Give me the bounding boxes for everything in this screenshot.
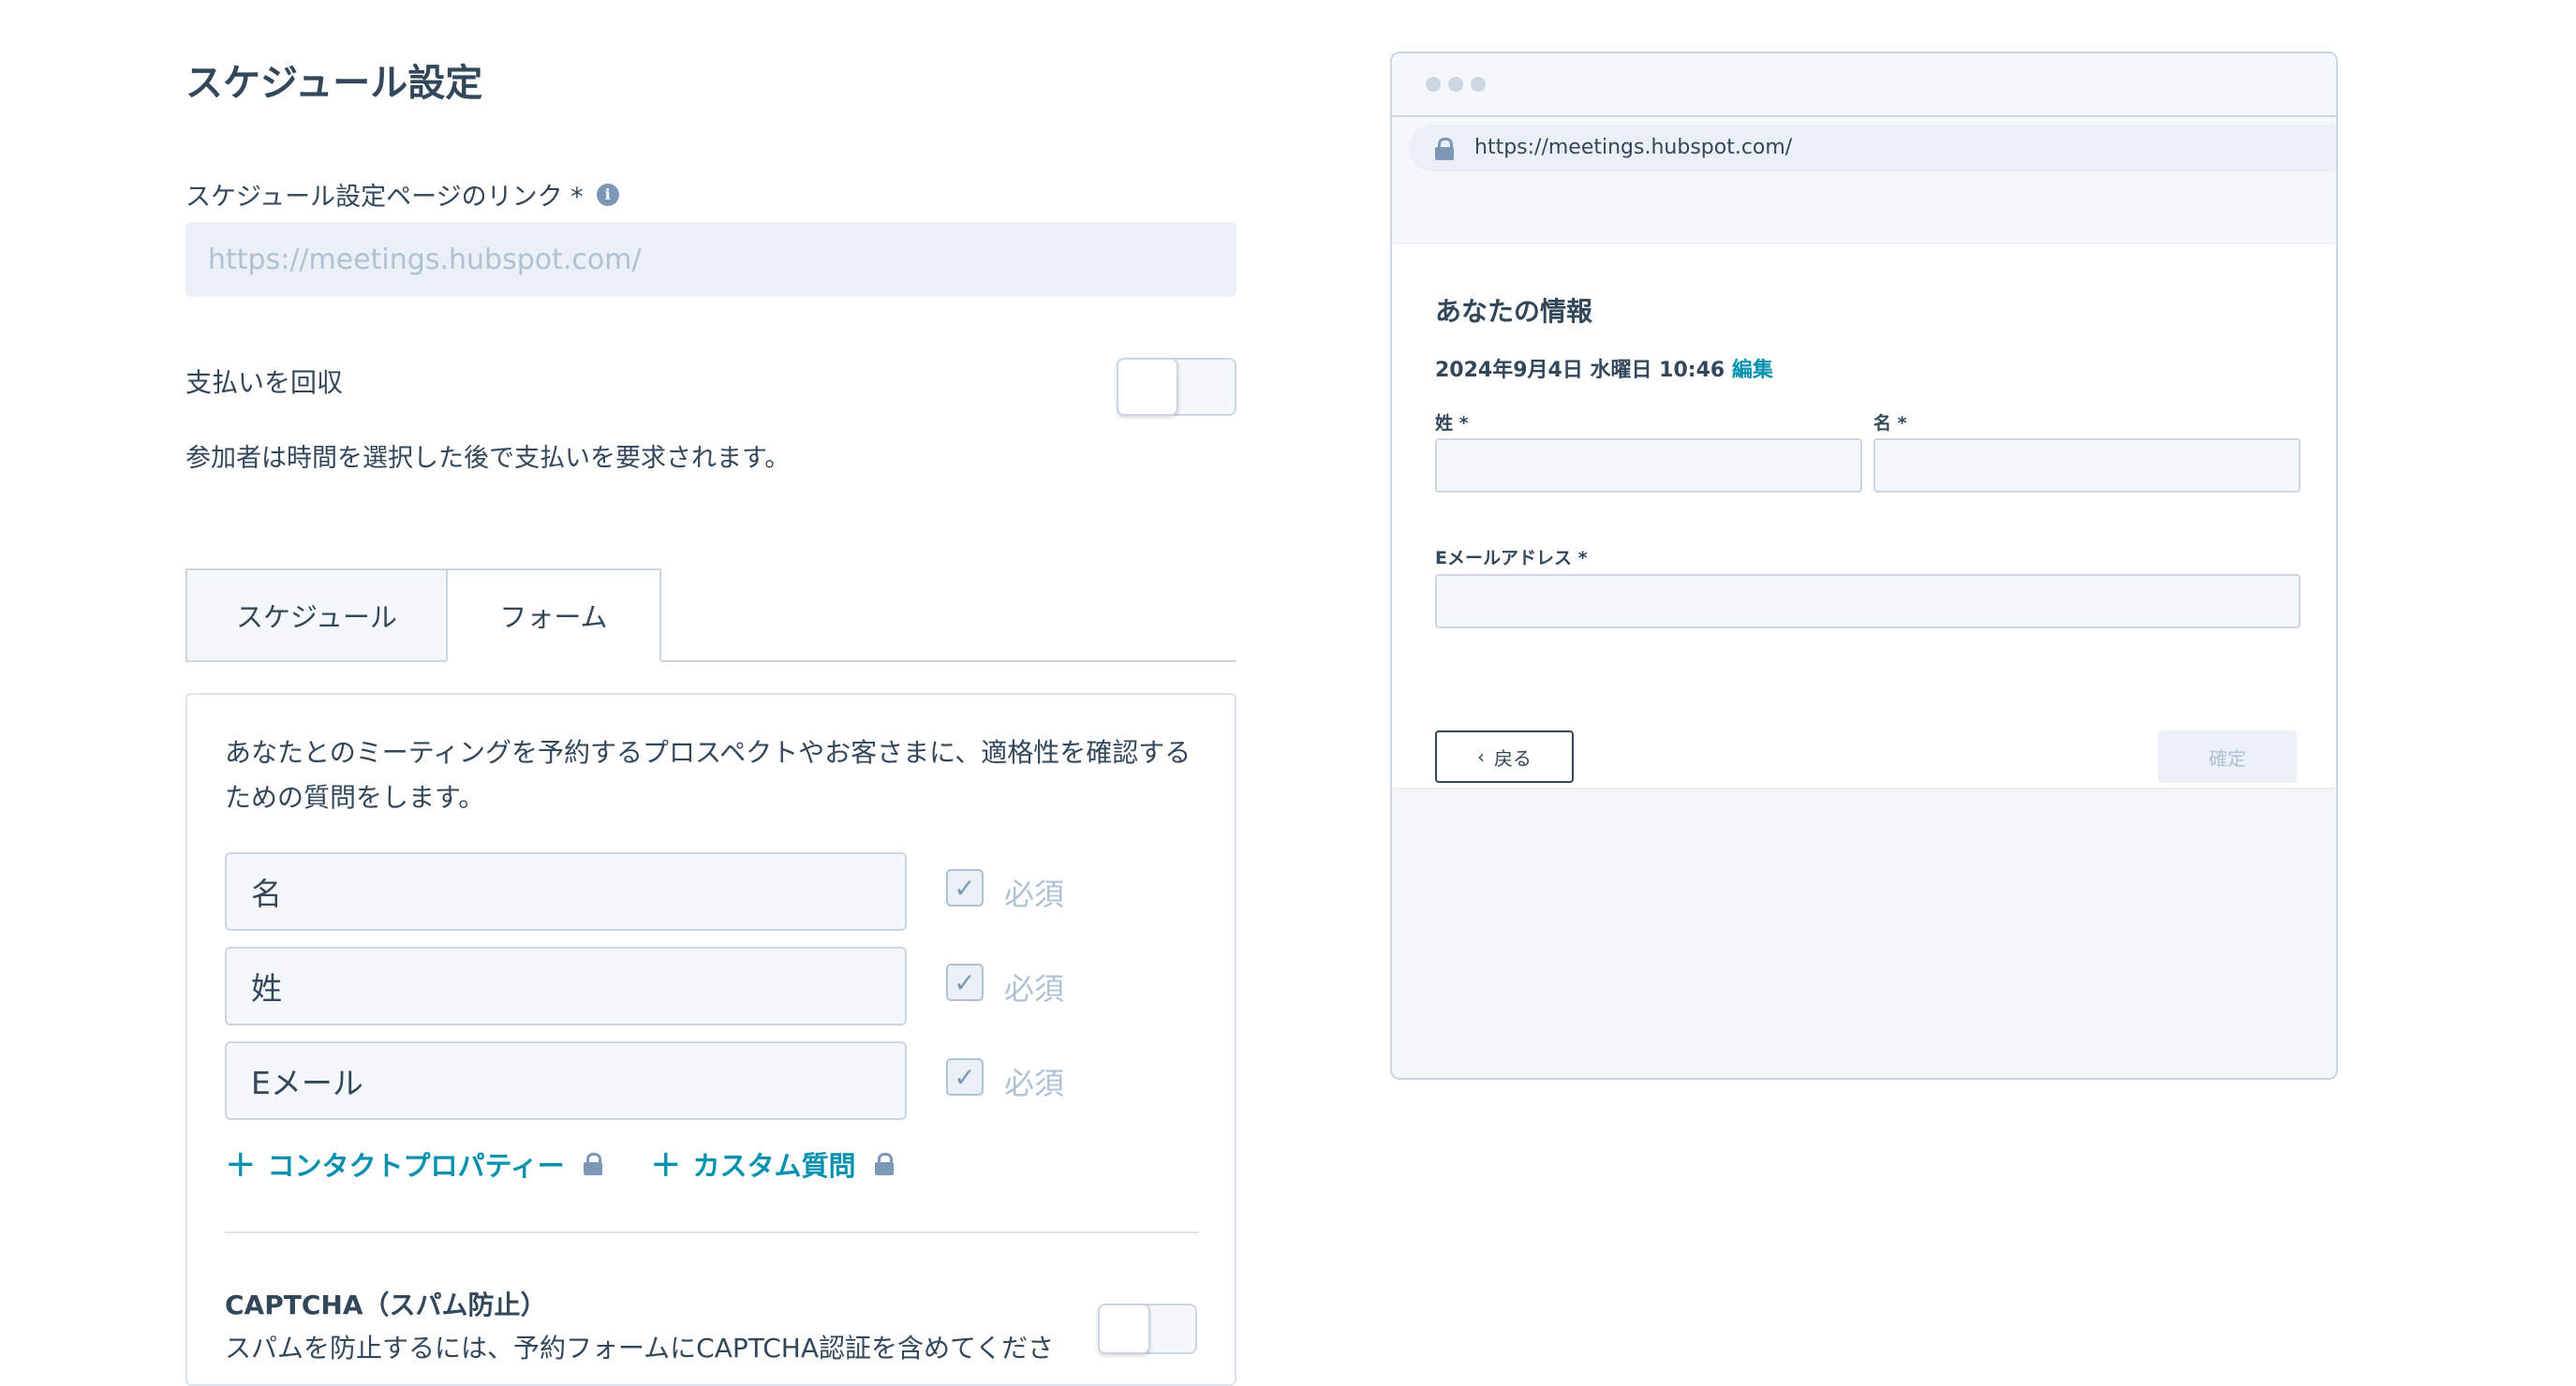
form-field-row: 名 ✓ 必須 — [225, 852, 1068, 931]
check-icon: ✓ — [954, 1061, 976, 1093]
back-button-label: 戻る — [1494, 746, 1532, 770]
form-field-email[interactable]: Eメール — [225, 1041, 907, 1120]
form-field-row: 姓 ✓ 必須 — [225, 947, 1068, 1025]
window-dot — [1471, 77, 1486, 92]
field-label: 姓 — [251, 970, 282, 1007]
tab-schedule[interactable]: スケジュール — [185, 568, 448, 662]
form-description: あなたとのミーティングを予約するプロスペクトやお客さまに、適格性を確認するための… — [225, 737, 1192, 813]
window-dot — [1448, 77, 1463, 92]
url-text: https://meetings.hubspot.com/ — [1474, 136, 1793, 159]
tab-form-label: フォーム — [499, 601, 608, 633]
toggle-knob — [1098, 1304, 1150, 1354]
plus-icon: + — [650, 1143, 682, 1186]
email-label: Eメールアドレス * — [1435, 548, 1588, 568]
add-custom-question-label: カスタム質問 — [692, 1150, 856, 1182]
selected-datetime: 2024年9月4日 水曜日 10:46 編集 — [1435, 353, 1773, 383]
link-input-placeholder: https://meetings.hubspot.com/ — [208, 243, 642, 276]
back-button[interactable]: ‹ 戻る — [1435, 730, 1574, 783]
email-input[interactable] — [1435, 574, 2301, 628]
toggle-knob — [1117, 358, 1178, 416]
required-checkbox[interactable]: ✓ — [946, 1058, 984, 1096]
payment-label: 支払いを回収 — [185, 367, 344, 398]
check-icon: ✓ — [954, 872, 976, 904]
required-checkbox[interactable]: ✓ — [946, 869, 984, 907]
captcha-toggle[interactable] — [1098, 1304, 1197, 1354]
window-dot — [1426, 77, 1441, 92]
payment-toggle[interactable] — [1117, 358, 1236, 416]
page-title: スケジュール設定 — [185, 62, 483, 105]
required-label: 必須 — [1004, 971, 1065, 1007]
divider — [225, 1231, 1199, 1233]
booking-form-card: あなたの情報 2024年9月4日 水曜日 10:46 編集 姓 * 名 * Eメ… — [1392, 243, 2336, 788]
required-label: 必須 — [1004, 877, 1065, 912]
last-name-label: 姓 * — [1435, 413, 1469, 434]
field-label: 名 — [251, 876, 282, 912]
form-field-last-name[interactable]: 姓 — [225, 947, 907, 1025]
card-title: あなたの情報 — [1435, 296, 1593, 327]
link-label-text: スケジュール設定ページのリンク * — [185, 183, 584, 212]
booking-preview: https://meetings.hubspot.com/ あなたの情報 202… — [1390, 52, 2338, 1080]
captcha-title: CAPTCHA（スパム防止） — [225, 1290, 547, 1320]
payment-description: 参加者は時間を選択した後で支払いを要求されます。 — [185, 444, 791, 473]
first-name-input[interactable] — [1873, 438, 2301, 493]
lock-icon — [874, 1153, 894, 1175]
captcha-description: スパムを防止するには、予約フォームにCAPTCHA認証を含めてくださ — [225, 1333, 1055, 1364]
add-contact-property-button[interactable]: + コンタクトプロパティー — [225, 1144, 602, 1184]
tab-form[interactable]: フォーム — [446, 568, 661, 662]
url-bar: https://meetings.hubspot.com/ — [1409, 125, 2336, 171]
required-label: 必須 — [1004, 1066, 1065, 1101]
link-label: スケジュール設定ページのリンク * i — [185, 176, 619, 213]
form-field-first-name[interactable]: 名 — [225, 852, 907, 931]
field-label: Eメール — [251, 1065, 363, 1101]
plus-icon: + — [225, 1143, 257, 1186]
first-name-label: 名 * — [1873, 413, 1907, 434]
last-name-input[interactable] — [1435, 438, 1862, 493]
link-input[interactable]: https://meetings.hubspot.com/ — [185, 222, 1236, 297]
tab-schedule-label: スケジュール — [236, 601, 397, 633]
lock-icon — [583, 1153, 602, 1175]
datetime-text: 2024年9月4日 水曜日 10:46 — [1435, 359, 1725, 382]
add-custom-question-button[interactable]: + カスタム質問 — [650, 1144, 894, 1184]
info-icon[interactable]: i — [596, 183, 619, 206]
browser-title-bar — [1392, 53, 2336, 117]
edit-link[interactable]: 編集 — [1732, 359, 1773, 382]
required-checkbox[interactable]: ✓ — [946, 964, 984, 1001]
form-field-row: Eメール ✓ 必須 — [225, 1041, 1068, 1120]
check-icon: ✓ — [954, 966, 976, 998]
confirm-button[interactable]: 確定 — [2158, 730, 2297, 783]
chevron-left-icon: ‹ — [1477, 745, 1485, 768]
add-contact-property-label: コンタクトプロパティー — [267, 1150, 565, 1182]
confirm-button-label: 確定 — [2209, 746, 2246, 770]
lock-icon — [1435, 138, 1454, 160]
